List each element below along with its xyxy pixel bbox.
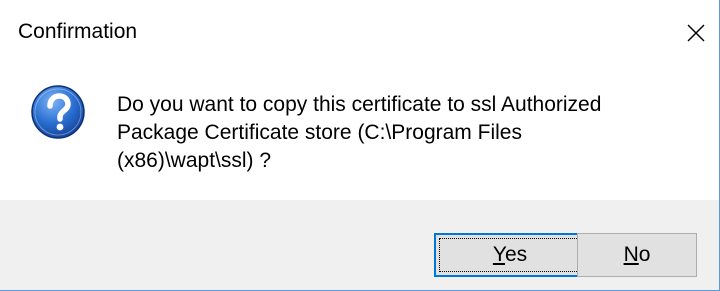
yes-button-label: Yes <box>492 243 528 266</box>
no-button[interactable]: No <box>577 233 697 277</box>
window-title: Confirmation <box>18 20 138 43</box>
dialog-content: Do you want to copy this certificate to … <box>0 66 719 200</box>
confirmation-dialog: Confirmation Do you want to copy this ce… <box>0 0 720 291</box>
message-text: Do you want to copy this certificate to … <box>117 93 602 172</box>
title-bar[interactable]: Confirmation <box>0 0 719 66</box>
close-button[interactable] <box>673 0 719 66</box>
close-icon <box>687 24 705 42</box>
question-icon <box>31 85 85 139</box>
button-bar: Yes No <box>0 200 719 290</box>
no-button-label: No <box>623 243 651 266</box>
yes-button[interactable]: Yes <box>434 233 586 277</box>
